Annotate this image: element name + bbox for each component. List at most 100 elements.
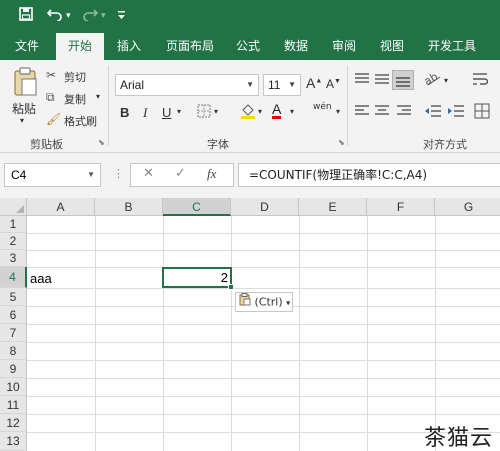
column-header[interactable]: E bbox=[299, 198, 367, 216]
cancel-icon[interactable]: ✕ bbox=[143, 166, 154, 181]
tab-page-layout[interactable]: 页面布局 bbox=[158, 33, 222, 60]
tab-data[interactable]: 数据 bbox=[276, 33, 316, 60]
insert-function-icon[interactable]: fx bbox=[207, 166, 216, 182]
row-header[interactable]: 8 bbox=[0, 342, 27, 360]
row-header[interactable]: 5 bbox=[0, 288, 27, 306]
row-header[interactable]: 7 bbox=[0, 324, 27, 342]
ribbon: 粘贴 ▾ ✂ 剪切 ⧉ 复制 ▾ 🖌 格式刷 剪贴板 ⬊ Arial ▼ 11 … bbox=[0, 60, 500, 153]
row-header[interactable]: 12 bbox=[0, 414, 27, 432]
border-icon[interactable] bbox=[197, 104, 211, 121]
column-header[interactable]: D bbox=[231, 198, 299, 216]
undo-dropdown-icon[interactable]: ▾ bbox=[66, 6, 71, 26]
row-header[interactable]: 10 bbox=[0, 378, 27, 396]
fill-color-icon[interactable] bbox=[240, 102, 256, 123]
paste-dropdown-icon[interactable]: ▾ bbox=[20, 116, 24, 125]
formula-input[interactable]: =COUNTIF(物理正确率!C:C,A4) bbox=[238, 163, 500, 187]
align-bottom-icon[interactable] bbox=[392, 70, 414, 90]
copy-button[interactable]: 复制 bbox=[64, 91, 86, 107]
font-size-combo[interactable]: 11 ▼ bbox=[263, 74, 301, 96]
row-header-selected[interactable]: 4 bbox=[0, 267, 27, 288]
tab-insert[interactable]: 插入 bbox=[108, 33, 150, 60]
align-center-icon[interactable] bbox=[374, 104, 390, 121]
tab-review[interactable]: 审阅 bbox=[324, 33, 364, 60]
cell-a4[interactable]: aaa bbox=[30, 271, 52, 286]
chevron-down-icon: ▼ bbox=[87, 170, 95, 179]
column-header[interactable]: B bbox=[95, 198, 163, 216]
row-header[interactable]: 9 bbox=[0, 360, 27, 378]
separator bbox=[347, 66, 348, 146]
align-middle-icon[interactable] bbox=[374, 72, 390, 89]
tab-view[interactable]: 视图 bbox=[372, 33, 412, 60]
wrap-text-icon[interactable] bbox=[472, 71, 489, 90]
font-color-dropdown-icon[interactable]: ▾ bbox=[290, 107, 294, 116]
column-header-selected[interactable]: C bbox=[163, 198, 231, 216]
row-header[interactable]: 6 bbox=[0, 306, 27, 324]
grow-font-button[interactable]: A▲ bbox=[306, 75, 322, 91]
copy-dropdown-icon[interactable]: ▾ bbox=[96, 92, 100, 101]
merge-center-icon[interactable] bbox=[474, 103, 490, 122]
grid-line bbox=[27, 396, 500, 397]
underline-button[interactable]: U bbox=[162, 105, 171, 120]
decrease-indent-icon[interactable] bbox=[424, 104, 442, 121]
cut-button[interactable]: 剪切 bbox=[64, 69, 86, 85]
tab-home[interactable]: 开始 bbox=[56, 33, 104, 60]
align-top-icon[interactable] bbox=[354, 72, 370, 89]
enter-icon[interactable]: ✓ bbox=[175, 166, 186, 181]
clipboard-icon[interactable] bbox=[10, 66, 40, 98]
tab-file[interactable]: 文件 bbox=[6, 33, 48, 60]
cut-icon: ✂ bbox=[46, 68, 57, 82]
save-icon[interactable] bbox=[19, 6, 33, 26]
column-header[interactable]: G bbox=[435, 198, 500, 216]
italic-button[interactable]: I bbox=[143, 105, 147, 121]
title-bar: ▾ ▾ bbox=[0, 0, 500, 33]
customize-icon[interactable] bbox=[117, 6, 126, 26]
orientation-icon[interactable]: ab bbox=[422, 70, 442, 90]
drag-handle-icon[interactable]: ⋮ bbox=[113, 167, 124, 180]
phonetic-dropdown-icon[interactable]: ▾ bbox=[336, 107, 340, 116]
orientation-dropdown-icon[interactable]: ▾ bbox=[444, 76, 448, 85]
name-box[interactable]: C4 ▼ bbox=[4, 163, 101, 187]
shrink-font-button[interactable]: A▼ bbox=[326, 77, 341, 91]
clipboard-launcher-icon[interactable]: ⬊ bbox=[98, 138, 105, 147]
cell-c4[interactable]: 2 bbox=[164, 270, 228, 285]
alignment-group-label: 对齐方式 bbox=[423, 138, 467, 151]
ribbon-tabs: 文件 开始 插入 页面布局 公式 数据 审阅 视图 开发工具 bbox=[0, 33, 500, 60]
font-name-combo[interactable]: Arial ▼ bbox=[115, 74, 259, 96]
increase-indent-icon[interactable] bbox=[447, 104, 465, 121]
phonetic-button[interactable]: wén bbox=[313, 102, 332, 112]
row-header[interactable]: 1 bbox=[0, 216, 27, 233]
grid-line bbox=[367, 216, 368, 451]
row-header[interactable]: 11 bbox=[0, 396, 27, 414]
paste-button[interactable]: 粘贴 bbox=[12, 100, 36, 117]
column-header[interactable]: F bbox=[367, 198, 435, 216]
redo-dropdown-icon[interactable]: ▾ bbox=[101, 6, 106, 26]
font-color-button[interactable]: A bbox=[272, 102, 282, 119]
formula-bar: C4 ▼ ⋮ ✕ ✓ fx =COUNTIF(物理正确率!C:C,A4) bbox=[0, 153, 500, 198]
grid-line bbox=[299, 216, 300, 451]
paste-options-button[interactable]: (Ctrl) ▾ bbox=[235, 292, 293, 312]
fill-handle[interactable] bbox=[228, 284, 234, 290]
align-right-icon[interactable] bbox=[396, 104, 412, 121]
tab-formulas[interactable]: 公式 bbox=[228, 33, 268, 60]
select-all-button[interactable] bbox=[0, 198, 27, 216]
paste-icon bbox=[239, 293, 251, 312]
border-dropdown-icon[interactable]: ▾ bbox=[214, 107, 218, 116]
underline-dropdown-icon[interactable]: ▾ bbox=[177, 107, 181, 116]
grid-line bbox=[27, 360, 500, 361]
tab-developer[interactable]: 开发工具 bbox=[420, 33, 484, 60]
font-size-value: 11 bbox=[268, 78, 281, 92]
fill-color-dropdown-icon[interactable]: ▾ bbox=[258, 107, 262, 116]
grid-line bbox=[27, 414, 500, 415]
name-box-value: C4 bbox=[11, 168, 27, 182]
row-header[interactable]: 2 bbox=[0, 233, 27, 250]
format-painter-button[interactable]: 格式刷 bbox=[64, 113, 97, 129]
row-header[interactable]: 3 bbox=[0, 250, 27, 267]
grid-line bbox=[27, 324, 500, 325]
bold-button[interactable]: B bbox=[120, 105, 129, 120]
align-left-icon[interactable] bbox=[354, 104, 370, 121]
font-launcher-icon[interactable]: ⬊ bbox=[338, 138, 345, 147]
undo-icon[interactable] bbox=[46, 6, 63, 26]
redo-icon[interactable] bbox=[82, 6, 99, 26]
row-header[interactable]: 13 bbox=[0, 432, 27, 451]
column-header[interactable]: A bbox=[27, 198, 95, 216]
